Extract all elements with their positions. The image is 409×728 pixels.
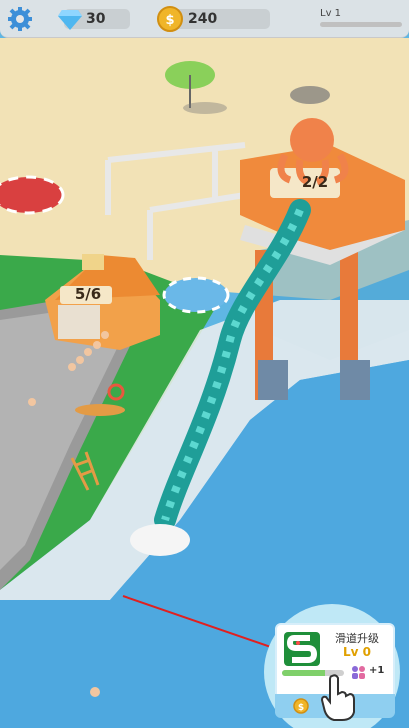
- tower-capacity-sign: 2/2: [301, 173, 329, 191]
- building-capacity-sign: 5/6: [74, 285, 102, 303]
- coin-icon: $: [293, 698, 309, 714]
- svg-text:$: $: [165, 13, 174, 28]
- svg-text:$: $: [298, 703, 304, 713]
- player-level: Lv 1: [320, 8, 342, 19]
- gear-icon[interactable]: [6, 5, 34, 33]
- gem-icon: [58, 10, 82, 30]
- umbrella-blue: [162, 276, 230, 314]
- hand-pointer-icon: [320, 674, 355, 721]
- level-progress-bar: [320, 22, 402, 27]
- upgrade-title: 滑道升级: [335, 632, 379, 645]
- upgrade-bonus: +1: [369, 665, 385, 676]
- slide-upgrade-icon: [284, 632, 320, 666]
- coin-count: 240: [188, 11, 218, 27]
- upgrade-level: Lv 0: [343, 645, 371, 659]
- gem-count: 30: [86, 11, 106, 27]
- coin-icon: $: [157, 6, 183, 32]
- top-hud: 30 $ 240 Lv 1: [0, 0, 409, 38]
